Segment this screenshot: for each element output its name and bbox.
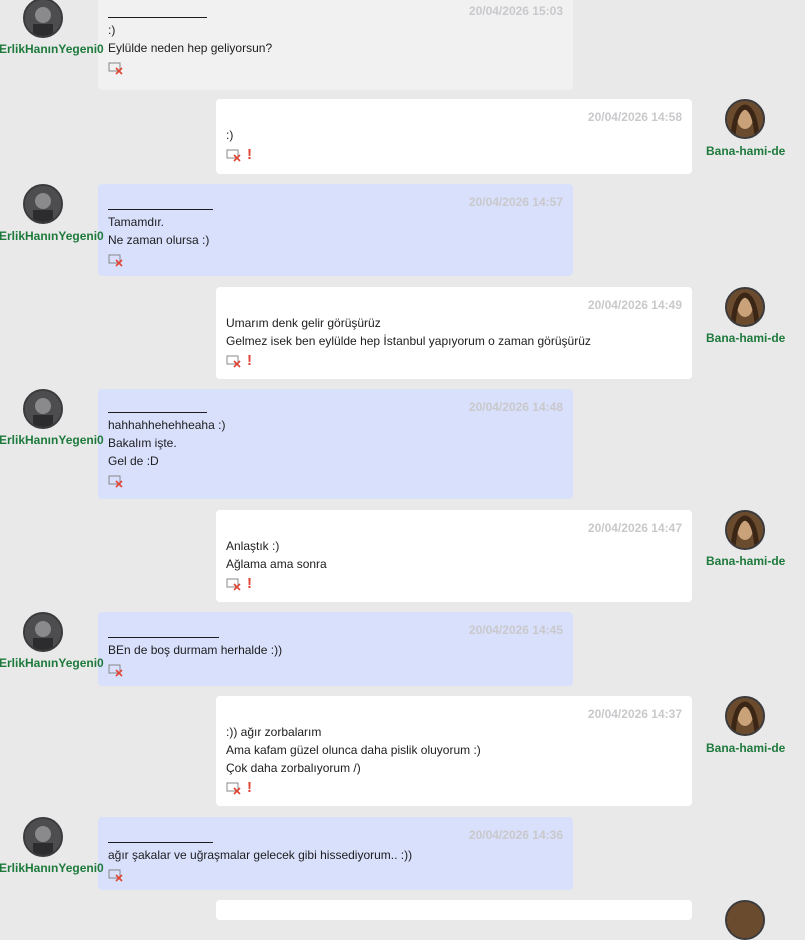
- username-link[interactable]: Bana-hami-de: [706, 144, 785, 158]
- message-bubble: 20/04/2026 15:03 :) Eylülde neden hep ge…: [98, 0, 573, 90]
- message-line: Tamamdır.: [108, 215, 165, 229]
- message-line: Umarım denk gelir görüşürüz: [226, 316, 381, 330]
- message-bubble: 20/04/2026 14:47 Anlaştık :) Ağlama ama …: [216, 510, 692, 602]
- delete-message-icon[interactable]: [108, 474, 124, 488]
- message-line: Eylülde neden hep geliyorsun?: [108, 41, 273, 55]
- user-avatar[interactable]: [23, 0, 63, 38]
- user-avatar[interactable]: [23, 389, 63, 429]
- user-avatar[interactable]: [23, 612, 63, 652]
- user-avatar[interactable]: [725, 900, 765, 940]
- message-line: Gel de :D: [108, 454, 159, 468]
- message-actions: !: [226, 352, 682, 370]
- message-line: Ama kafam güzel olunca daha pislik oluyo…: [226, 743, 481, 757]
- message-line: Bakalım işte.: [108, 436, 177, 450]
- message-bubble: 20/04/2026 14:48 hahhahhehehheaha :) Bak…: [98, 389, 573, 499]
- username-link[interactable]: Bana-hami-de: [706, 554, 785, 568]
- delete-message-icon[interactable]: [108, 868, 124, 882]
- delete-message-icon[interactable]: [108, 253, 124, 267]
- message-actions: [108, 866, 563, 884]
- username-link[interactable]: ErlikHanınYegeni0: [0, 42, 104, 56]
- message-bubble: 20/04/2026 14:36 ağır şakalar ve uğraşma…: [98, 817, 573, 890]
- message-line: Gelmez isek ben eylülde hep İstanbul yap…: [226, 334, 591, 348]
- message-actions: [108, 661, 563, 679]
- message-line: Ne zaman olursa :): [108, 233, 210, 247]
- username-link[interactable]: ErlikHanınYegeni0: [0, 656, 104, 670]
- message-timestamp: 20/04/2026 14:57: [468, 195, 563, 209]
- report-exclamation-icon[interactable]: !: [247, 780, 252, 795]
- message-actions: !: [226, 575, 682, 593]
- delete-message-icon[interactable]: [226, 354, 242, 368]
- message-line: Çok daha zorbalıyorum /): [226, 761, 361, 775]
- user-avatar[interactable]: [725, 99, 765, 139]
- signature-line: [108, 201, 213, 210]
- message-line: hahhahhehehheaha :): [108, 418, 226, 432]
- username-link[interactable]: Bana-hami-de: [706, 741, 785, 755]
- delete-message-icon[interactable]: [108, 663, 124, 677]
- report-exclamation-icon[interactable]: !: [247, 147, 252, 162]
- signature-line: [108, 9, 207, 18]
- message-actions: !: [226, 146, 682, 164]
- user-avatar[interactable]: [725, 287, 765, 327]
- message-line: BEn de boş durmam herhalde :)): [108, 643, 283, 657]
- username-link[interactable]: ErlikHanınYegeni0: [0, 861, 104, 875]
- username-link[interactable]: ErlikHanınYegeni0: [0, 229, 104, 243]
- delete-message-icon[interactable]: [226, 781, 242, 795]
- signature-line: [108, 404, 207, 413]
- message-bubble: 20/04/2026 14:37 :)) ağır zorbalarım Ama…: [216, 696, 692, 806]
- message-actions: [108, 251, 563, 269]
- user-avatar[interactable]: [725, 696, 765, 736]
- signature-line: [108, 629, 219, 638]
- message-line: :): [226, 128, 234, 142]
- message-actions: [108, 59, 563, 77]
- message-timestamp: 20/04/2026 15:03: [468, 4, 563, 18]
- message-timestamp: 20/04/2026 14:36: [468, 828, 563, 842]
- message-bubble: 20/04/2026 14:49 Umarım denk gelir görüş…: [216, 287, 692, 379]
- delete-message-icon[interactable]: [108, 61, 124, 75]
- message-line: ağır şakalar ve uğraşmalar gelecek gibi …: [108, 848, 413, 862]
- message-line: :)) ağır zorbalarım: [226, 725, 322, 739]
- username-link[interactable]: Bana-hami-de: [706, 331, 785, 345]
- message-line: :): [108, 23, 116, 37]
- message-bubble: 20/04/2026 14:57 Tamamdır. Ne zaman olur…: [98, 184, 573, 276]
- message-timestamp: 20/04/2026 14:47: [587, 521, 682, 535]
- message-timestamp: 20/04/2026 14:49: [587, 298, 682, 312]
- message-line: Ağlama ama sonra: [226, 557, 327, 571]
- user-avatar[interactable]: [725, 510, 765, 550]
- message-line: Anlaştık :): [226, 539, 280, 553]
- message-bubble: [216, 900, 692, 920]
- message-actions: !: [226, 779, 682, 797]
- message-timestamp: 20/04/2026 14:45: [468, 623, 563, 637]
- message-bubble: 20/04/2026 14:58 :) !: [216, 99, 692, 174]
- signature-line: [108, 834, 213, 843]
- message-bubble: 20/04/2026 14:45 BEn de boş durmam herha…: [98, 612, 573, 686]
- delete-message-icon[interactable]: [226, 577, 242, 591]
- message-timestamp: 20/04/2026 14:48: [468, 400, 563, 414]
- message-timestamp: 20/04/2026 14:37: [587, 707, 682, 721]
- message-actions: [108, 472, 563, 490]
- report-exclamation-icon[interactable]: !: [247, 576, 252, 591]
- user-avatar[interactable]: [23, 184, 63, 224]
- message-timestamp: 20/04/2026 14:58: [587, 110, 682, 124]
- report-exclamation-icon[interactable]: !: [247, 353, 252, 368]
- user-avatar[interactable]: [23, 817, 63, 857]
- delete-message-icon[interactable]: [226, 148, 242, 162]
- username-link[interactable]: ErlikHanınYegeni0: [0, 433, 104, 447]
